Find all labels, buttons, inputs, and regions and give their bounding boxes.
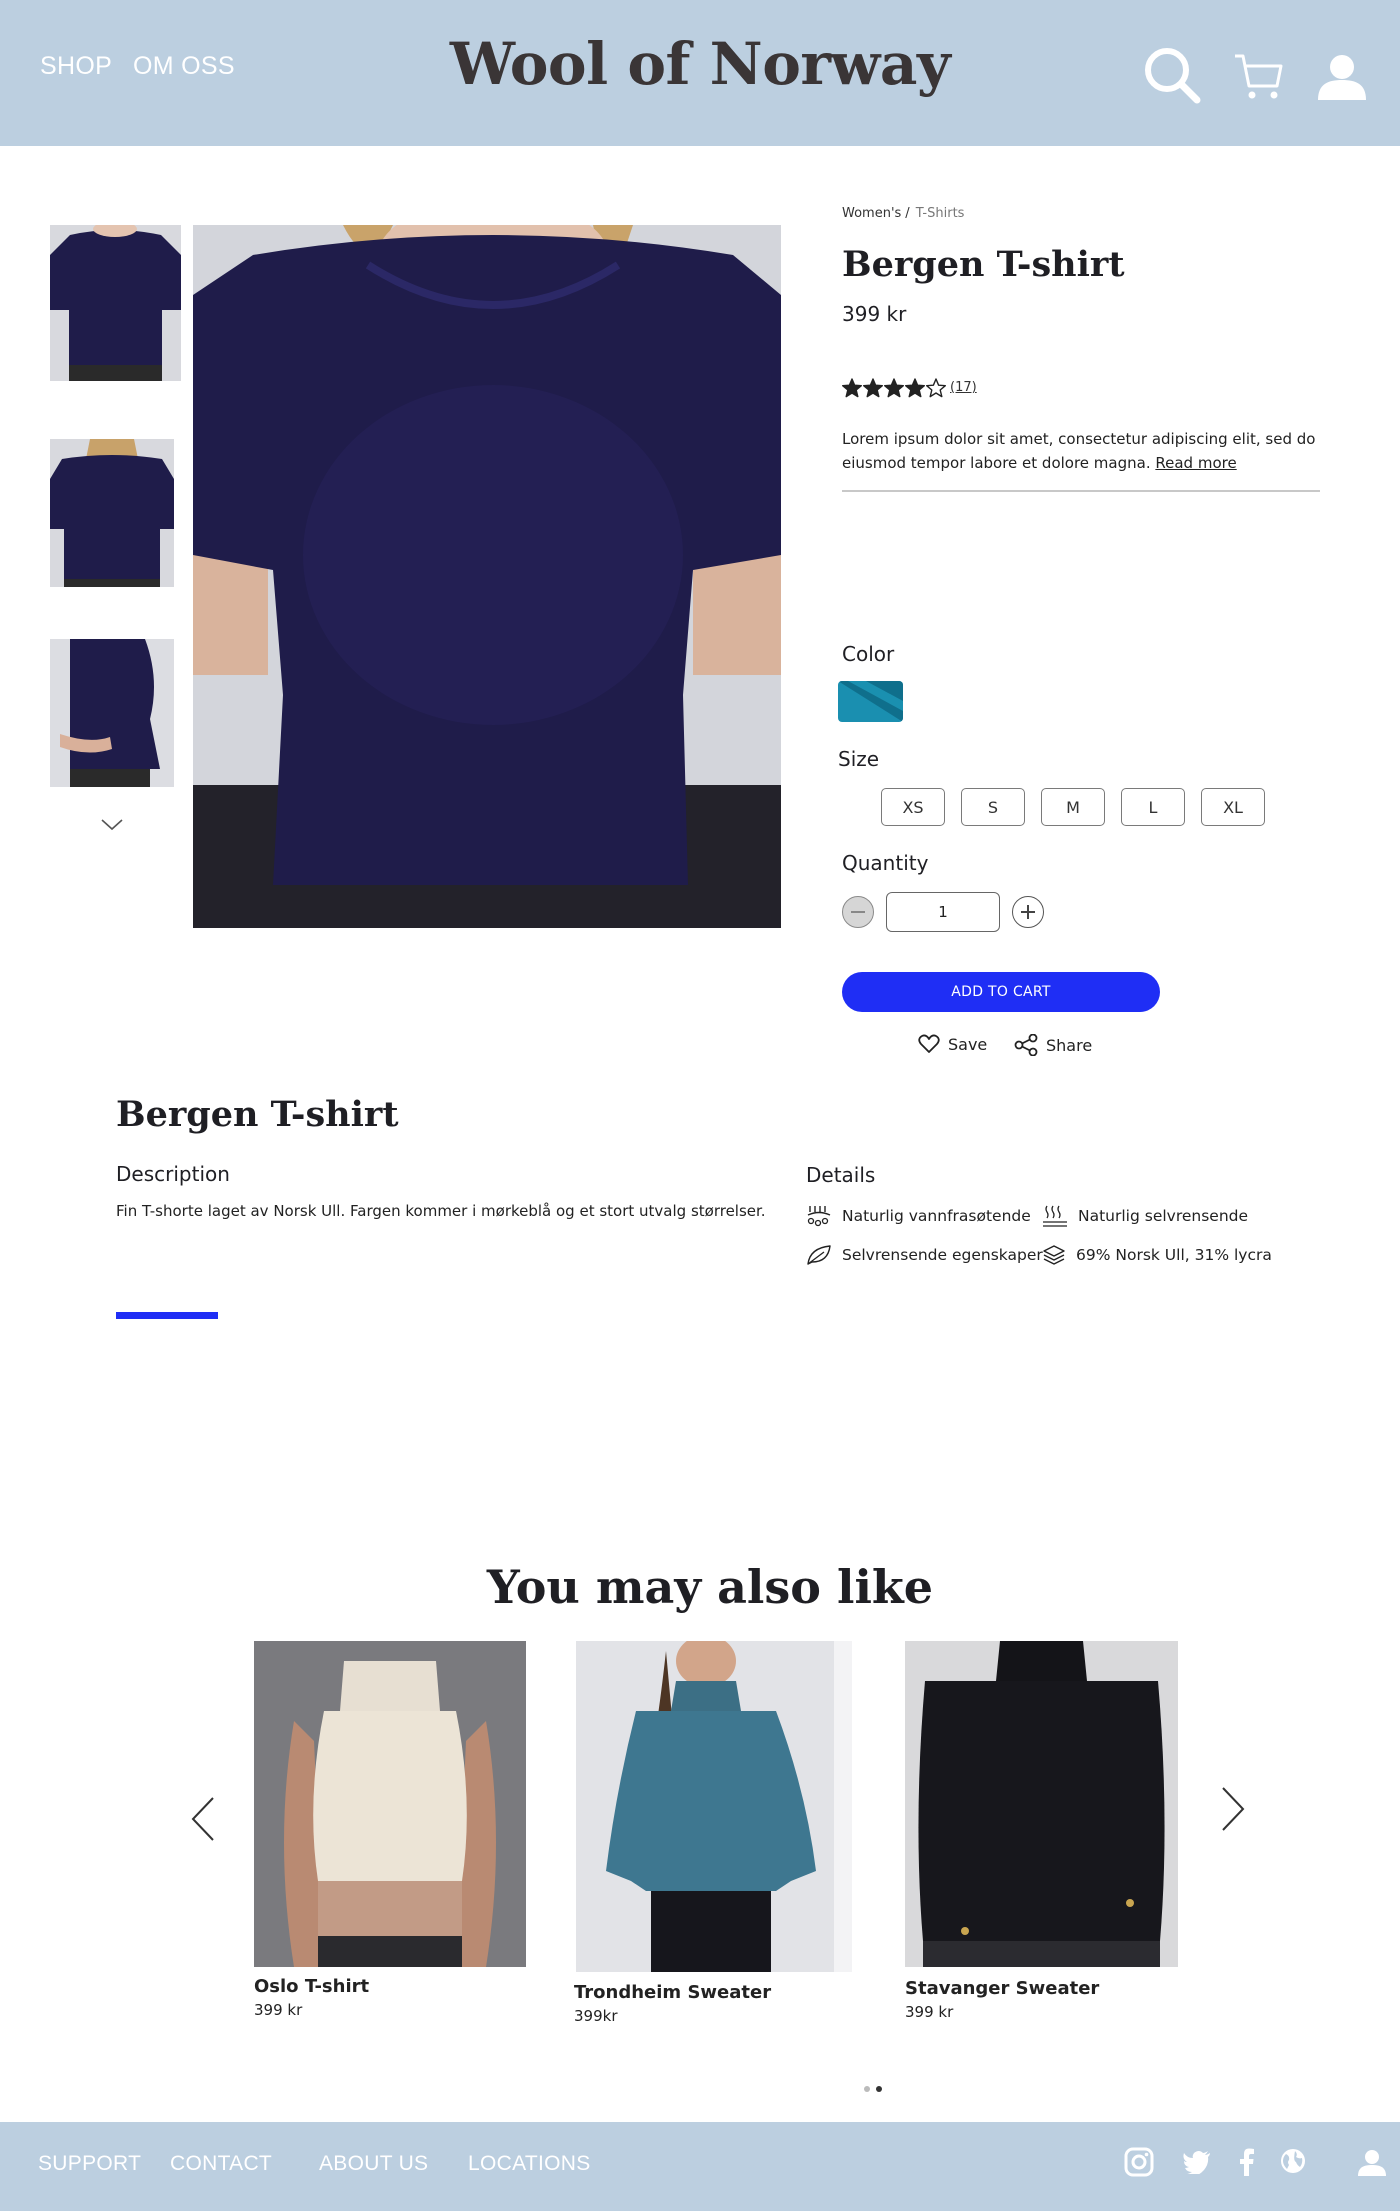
save-label: Save [948, 1034, 988, 1054]
feature-water-repellent: Naturlig vannfrasøtende [806, 1204, 1031, 1228]
recommendations-title: You may also like [486, 1560, 934, 1614]
rating-stars[interactable] [842, 378, 946, 398]
breadcrumb: Women's / T-Shirts [842, 206, 964, 221]
stavanger-sweater-image [905, 1641, 1178, 1967]
size-m-button[interactable]: M [1041, 788, 1105, 826]
cart-icon[interactable] [1233, 52, 1283, 102]
save-button[interactable]: Save [918, 1034, 987, 1054]
size-xs-button[interactable]: XS [881, 788, 945, 826]
twitter-icon[interactable] [1183, 2150, 1211, 2174]
star-filled-icon[interactable] [842, 378, 862, 398]
share-button[interactable]: Share [1014, 1034, 1092, 1056]
main-product-image [193, 225, 781, 928]
sweater-main-image [193, 225, 781, 928]
star-filled-icon[interactable] [905, 378, 925, 398]
footer-locations-link[interactable]: LOCATIONS [468, 2152, 591, 2176]
color-label: Color [842, 642, 895, 666]
chevron-down-icon[interactable] [100, 818, 124, 832]
feature-text: Naturlig vannfrasøtende [842, 1207, 1031, 1225]
breadcrumb-womens[interactable]: Women's [842, 206, 901, 221]
divider [842, 490, 1320, 492]
thumbnail-side[interactable] [50, 639, 174, 787]
product-card-name-trondheim[interactable]: Trondheim Sweater [574, 1982, 771, 2003]
water-repellent-icon [807, 1206, 831, 1227]
quantity-label: Quantity [842, 851, 929, 875]
trondheim-sweater-image [576, 1641, 852, 1972]
leaf-icon [807, 1245, 831, 1265]
feature-self-cleaning: Naturlig selvrensende [1042, 1204, 1248, 1228]
breadcrumb-tshirts[interactable]: T-Shirts [916, 206, 965, 221]
add-to-cart-button[interactable]: ADD TO CART [842, 972, 1160, 1012]
short-description-text: Lorem ipsum dolor sit amet, consectetur … [842, 430, 1316, 472]
product-card-name-oslo[interactable]: Oslo T-shirt [254, 1976, 369, 1997]
footer-contact-link[interactable]: CONTACT [170, 2152, 272, 2176]
search-icon[interactable] [1143, 46, 1201, 104]
oslo-tshirt-image [254, 1641, 526, 1967]
star-filled-icon[interactable] [863, 378, 883, 398]
plus-icon [1021, 905, 1035, 919]
product-title: Bergen T-shirt [842, 244, 1125, 285]
user-icon[interactable] [1358, 2150, 1386, 2176]
instagram-icon[interactable] [1124, 2147, 1154, 2177]
heart-icon [918, 1034, 940, 1053]
sweater-side-image [50, 639, 174, 787]
size-selector: XS S M L XL [881, 788, 1265, 826]
details-title: Bergen T-shirt [116, 1094, 399, 1135]
size-label: Size [838, 747, 880, 771]
thumbnail-back[interactable] [50, 439, 174, 587]
user-icon[interactable] [1318, 54, 1366, 100]
quantity-increase-button[interactable] [1012, 896, 1044, 928]
description-text: Fin T-shorte laget av Norsk Ull. Fargen … [116, 1202, 766, 1220]
share-icon [1014, 1034, 1038, 1056]
feature-self-cleaning-properties: Selvrensende egenskaper [806, 1244, 1043, 1266]
star-filled-icon[interactable] [884, 378, 904, 398]
read-more-link[interactable]: Read more [1155, 454, 1236, 472]
quantity-input[interactable] [886, 892, 1000, 932]
product-card-image-trondheim[interactable] [576, 1641, 852, 1972]
footer-support-link[interactable]: SUPPORT [38, 2152, 141, 2176]
product-card-price-oslo: 399 kr [254, 2001, 303, 2019]
carousel-dot[interactable] [864, 2086, 870, 2092]
carousel-next-arrow[interactable] [1220, 1786, 1246, 1832]
self-cleaning-icon [1043, 1205, 1067, 1227]
size-xl-button[interactable]: XL [1201, 788, 1265, 826]
color-swatch-teal[interactable] [838, 681, 903, 722]
carousel-dot[interactable] [876, 2086, 882, 2092]
product-card-price-stavanger: 399 kr [905, 2003, 954, 2021]
quantity-decrease-button[interactable] [842, 896, 874, 928]
facebook-icon[interactable] [1240, 2148, 1254, 2176]
carousel-prev-arrow[interactable] [190, 1796, 216, 1842]
layers-icon [1043, 1245, 1065, 1265]
section-accent-bar [116, 1312, 218, 1319]
breadcrumb-separator: / [905, 206, 910, 221]
feature-material: 69% Norsk Ull, 31% lycra [1042, 1244, 1272, 1266]
product-price: 399 kr [842, 302, 907, 326]
sweater-front-image [50, 225, 181, 381]
feature-text: 69% Norsk Ull, 31% lycra [1076, 1246, 1272, 1264]
minus-icon [851, 911, 865, 913]
product-card-image-stavanger[interactable] [905, 1641, 1178, 1967]
product-card-price-trondheim: 399kr [574, 2007, 618, 2025]
thumbnail-front[interactable] [50, 225, 181, 381]
share-label: Share [1046, 1035, 1093, 1055]
carousel-pagination [864, 2086, 882, 2092]
sweater-back-image [50, 439, 174, 587]
product-card-name-stavanger[interactable]: Stavanger Sweater [905, 1978, 1099, 1999]
globe-icon[interactable] [1280, 2148, 1306, 2174]
description-heading: Description [116, 1162, 230, 1186]
product-short-description: Lorem ipsum dolor sit amet, consectetur … [842, 427, 1320, 475]
feature-text: Naturlig selvrensende [1078, 1207, 1249, 1225]
feature-text: Selvrensende egenskaper [842, 1246, 1043, 1264]
details-heading: Details [806, 1163, 876, 1187]
footer-about-link[interactable]: ABOUT US [319, 2152, 428, 2176]
star-empty-icon[interactable] [926, 378, 946, 398]
size-l-button[interactable]: L [1121, 788, 1185, 826]
size-s-button[interactable]: S [961, 788, 1025, 826]
review-count-link[interactable]: (17) [950, 380, 977, 395]
teal-texture-swatch [838, 681, 903, 722]
product-card-image-oslo[interactable] [254, 1641, 526, 1967]
